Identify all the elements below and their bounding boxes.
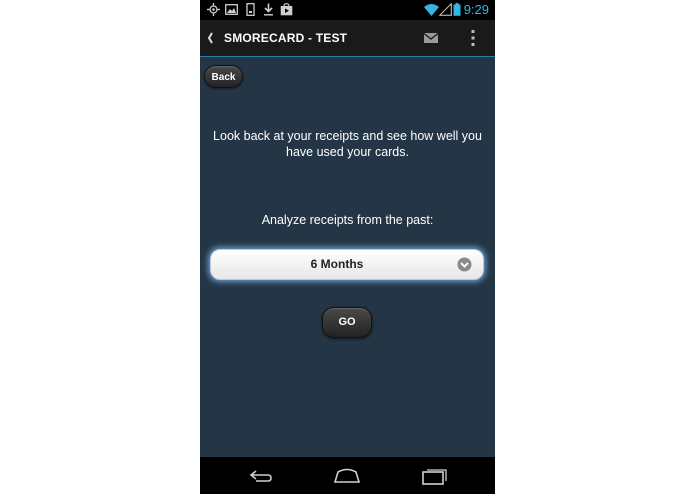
- back-button[interactable]: Back: [204, 65, 243, 88]
- period-select-value: 6 Months: [310, 257, 364, 271]
- go-button[interactable]: GO: [322, 307, 372, 338]
- signal-icon: [439, 3, 452, 16]
- analyze-label: Analyze receipts from the past:: [261, 213, 434, 227]
- battery-icon: [453, 3, 461, 16]
- status-bar: 9:29: [200, 0, 495, 20]
- nav-home-icon[interactable]: [333, 467, 361, 485]
- mail-icon[interactable]: [422, 31, 440, 45]
- app-title: SMORECARD - TEST: [224, 31, 348, 45]
- back-chevron-icon[interactable]: [206, 29, 214, 47]
- overflow-menu-icon[interactable]: [468, 29, 478, 47]
- download-icon: [264, 3, 273, 16]
- gps-icon: [207, 3, 220, 16]
- image-icon: [225, 4, 238, 15]
- nav-back-icon[interactable]: [246, 467, 274, 485]
- clock-time: 9:29: [463, 2, 489, 17]
- sd-card-icon: [246, 3, 255, 16]
- intro-text: Look back at your receipts and see how w…: [213, 129, 482, 159]
- nav-recents-icon[interactable]: [420, 467, 448, 485]
- phone-screen: 9:29 SMORECARD - TEST Back Look back at …: [200, 0, 495, 494]
- navigation-bar: [200, 457, 495, 494]
- action-bar: SMORECARD - TEST: [200, 20, 495, 57]
- play-store-icon: [280, 3, 293, 16]
- chevron-down-icon: [457, 257, 472, 272]
- wifi-icon: [424, 4, 439, 16]
- period-select[interactable]: 6 Months: [210, 249, 484, 280]
